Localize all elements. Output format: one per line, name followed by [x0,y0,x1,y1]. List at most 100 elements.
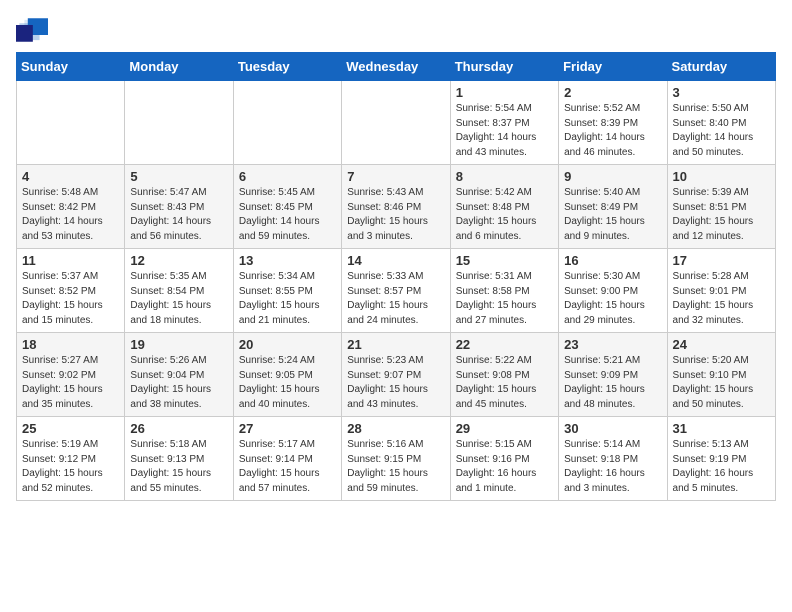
calendar-table: SundayMondayTuesdayWednesdayThursdayFrid… [16,52,776,501]
day-info: Sunrise: 5:54 AM Sunset: 8:37 PM Dayligh… [456,102,553,160]
day-number: 17 [673,253,770,268]
day-info: Sunrise: 5:19 AM Sunset: 9:12 PM Dayligh… [22,438,119,496]
day-info: Sunrise: 5:22 AM Sunset: 9:08 PM Dayligh… [456,354,553,412]
day-info: Sunrise: 5:26 AM Sunset: 9:04 PM Dayligh… [130,354,227,412]
day-header-saturday: Saturday [667,53,775,81]
day-info: Sunrise: 5:39 AM Sunset: 8:51 PM Dayligh… [673,186,770,244]
day-info: Sunrise: 5:18 AM Sunset: 9:13 PM Dayligh… [130,438,227,496]
day-number: 26 [130,421,227,436]
calendar-cell [233,81,341,165]
day-info: Sunrise: 5:24 AM Sunset: 9:05 PM Dayligh… [239,354,336,412]
day-number: 30 [564,421,661,436]
day-number: 11 [22,253,119,268]
day-header-tuesday: Tuesday [233,53,341,81]
calendar-cell: 8 Sunrise: 5:42 AM Sunset: 8:48 PM Daylig… [450,165,558,249]
calendar-cell: 20 Sunrise: 5:24 AM Sunset: 9:05 PM Dayli… [233,333,341,417]
day-info: Sunrise: 5:27 AM Sunset: 9:02 PM Dayligh… [22,354,119,412]
calendar-cell: 15 Sunrise: 5:31 AM Sunset: 8:58 PM Dayli… [450,249,558,333]
day-number: 7 [347,169,444,184]
calendar-cell: 12 Sunrise: 5:35 AM Sunset: 8:54 PM Dayli… [125,249,233,333]
calendar-cell: 5 Sunrise: 5:47 AM Sunset: 8:43 PM Daylig… [125,165,233,249]
day-number: 18 [22,337,119,352]
day-number: 28 [347,421,444,436]
calendar-cell: 30 Sunrise: 5:14 AM Sunset: 9:18 PM Dayli… [559,417,667,501]
day-info: Sunrise: 5:28 AM Sunset: 9:01 PM Dayligh… [673,270,770,328]
day-info: Sunrise: 5:23 AM Sunset: 9:07 PM Dayligh… [347,354,444,412]
calendar-week-1: 1 Sunrise: 5:54 AM Sunset: 8:37 PM Daylig… [17,81,776,165]
day-info: Sunrise: 5:48 AM Sunset: 8:42 PM Dayligh… [22,186,119,244]
calendar-cell: 22 Sunrise: 5:22 AM Sunset: 9:08 PM Dayli… [450,333,558,417]
calendar-cell [342,81,450,165]
calendar-cell: 25 Sunrise: 5:19 AM Sunset: 9:12 PM Dayli… [17,417,125,501]
calendar-header [16,16,776,44]
calendar-cell: 23Sunrise: 5:21 AM Sunset: 9:09 PM Dayli… [559,333,667,417]
calendar-cell: 9Sunrise: 5:40 AM Sunset: 8:49 PM Daylig… [559,165,667,249]
day-info: Sunrise: 5:34 AM Sunset: 8:55 PM Dayligh… [239,270,336,328]
calendar-cell: 24Sunrise: 5:20 AM Sunset: 9:10 PM Dayli… [667,333,775,417]
day-number: 6 [239,169,336,184]
day-info: Sunrise: 5:14 AM Sunset: 9:18 PM Dayligh… [564,438,661,496]
day-info: Sunrise: 5:15 AM Sunset: 9:16 PM Dayligh… [456,438,553,496]
calendar-cell: 21 Sunrise: 5:23 AM Sunset: 9:07 PM Dayli… [342,333,450,417]
day-info: Sunrise: 5:47 AM Sunset: 8:43 PM Dayligh… [130,186,227,244]
calendar-week-3: 11 Sunrise: 5:37 AM Sunset: 8:52 PM Dayli… [17,249,776,333]
day-number: 8 [456,169,553,184]
day-info: Sunrise: 5:33 AM Sunset: 8:57 PM Dayligh… [347,270,444,328]
day-number: 3 [673,85,770,100]
day-number: 16 [564,253,661,268]
day-number: 19 [130,337,227,352]
calendar-cell: 16 Sunrise: 5:30 AM Sunset: 9:00 PM Dayli… [559,249,667,333]
calendar-cell: 19 Sunrise: 5:26 AM Sunset: 9:04 PM Dayli… [125,333,233,417]
day-number: 22 [456,337,553,352]
day-number: 4 [22,169,119,184]
day-info: Sunrise: 5:20 AM Sunset: 9:10 PM Dayligh… [673,354,770,412]
calendar-cell: 29 Sunrise: 5:15 AM Sunset: 9:16 PM Dayli… [450,417,558,501]
day-info: Sunrise: 5:37 AM Sunset: 8:52 PM Dayligh… [22,270,119,328]
calendar-cell: 10 Sunrise: 5:39 AM Sunset: 8:51 PM Dayli… [667,165,775,249]
day-number: 25 [22,421,119,436]
day-number: 14 [347,253,444,268]
calendar-cell: 11 Sunrise: 5:37 AM Sunset: 8:52 PM Dayli… [17,249,125,333]
day-info: Sunrise: 5:35 AM Sunset: 8:54 PM Dayligh… [130,270,227,328]
calendar-cell: 6 Sunrise: 5:45 AM Sunset: 8:45 PM Daylig… [233,165,341,249]
day-header-monday: Monday [125,53,233,81]
day-header-friday: Friday [559,53,667,81]
day-number: 23 [564,337,661,352]
calendar-week-2: 4 Sunrise: 5:48 AM Sunset: 8:42 PM Daylig… [17,165,776,249]
day-info: Sunrise: 5:45 AM Sunset: 8:45 PM Dayligh… [239,186,336,244]
calendar-cell: 31Sunrise: 5:13 AM Sunset: 9:19 PM Dayli… [667,417,775,501]
calendar-cell: 17 Sunrise: 5:28 AM Sunset: 9:01 PM Dayli… [667,249,775,333]
calendar-cell: 2Sunrise: 5:52 AM Sunset: 8:39 PM Daylig… [559,81,667,165]
day-number: 21 [347,337,444,352]
calendar-cell: 28 Sunrise: 5:16 AM Sunset: 9:15 PM Dayli… [342,417,450,501]
day-info: Sunrise: 5:30 AM Sunset: 9:00 PM Dayligh… [564,270,661,328]
day-number: 12 [130,253,227,268]
calendar-cell: 14 Sunrise: 5:33 AM Sunset: 8:57 PM Dayli… [342,249,450,333]
calendar-cell: 1 Sunrise: 5:54 AM Sunset: 8:37 PM Daylig… [450,81,558,165]
day-header-sunday: Sunday [17,53,125,81]
day-info: Sunrise: 5:31 AM Sunset: 8:58 PM Dayligh… [456,270,553,328]
day-header-wednesday: Wednesday [342,53,450,81]
logo-icon [16,16,48,44]
calendar-week-4: 18 Sunrise: 5:27 AM Sunset: 9:02 PM Dayli… [17,333,776,417]
calendar-cell: 4 Sunrise: 5:48 AM Sunset: 8:42 PM Daylig… [17,165,125,249]
day-number: 5 [130,169,227,184]
calendar-cell: 13Sunrise: 5:34 AM Sunset: 8:55 PM Dayli… [233,249,341,333]
calendar-cell [125,81,233,165]
day-info: Sunrise: 5:52 AM Sunset: 8:39 PM Dayligh… [564,102,661,160]
calendar-cell: 7Sunrise: 5:43 AM Sunset: 8:46 PM Daylig… [342,165,450,249]
day-info: Sunrise: 5:16 AM Sunset: 9:15 PM Dayligh… [347,438,444,496]
day-number: 10 [673,169,770,184]
calendar-week-5: 25 Sunrise: 5:19 AM Sunset: 9:12 PM Dayli… [17,417,776,501]
calendar-cell: 18 Sunrise: 5:27 AM Sunset: 9:02 PM Dayli… [17,333,125,417]
day-info: Sunrise: 5:40 AM Sunset: 8:49 PM Dayligh… [564,186,661,244]
day-number: 20 [239,337,336,352]
calendar-cell: 3 Sunrise: 5:50 AM Sunset: 8:40 PM Daylig… [667,81,775,165]
day-info: Sunrise: 5:13 AM Sunset: 9:19 PM Dayligh… [673,438,770,496]
day-number: 15 [456,253,553,268]
day-number: 1 [456,85,553,100]
day-number: 29 [456,421,553,436]
day-info: Sunrise: 5:42 AM Sunset: 8:48 PM Dayligh… [456,186,553,244]
day-info: Sunrise: 5:50 AM Sunset: 8:40 PM Dayligh… [673,102,770,160]
calendar-cell: 27Sunrise: 5:17 AM Sunset: 9:14 PM Dayli… [233,417,341,501]
